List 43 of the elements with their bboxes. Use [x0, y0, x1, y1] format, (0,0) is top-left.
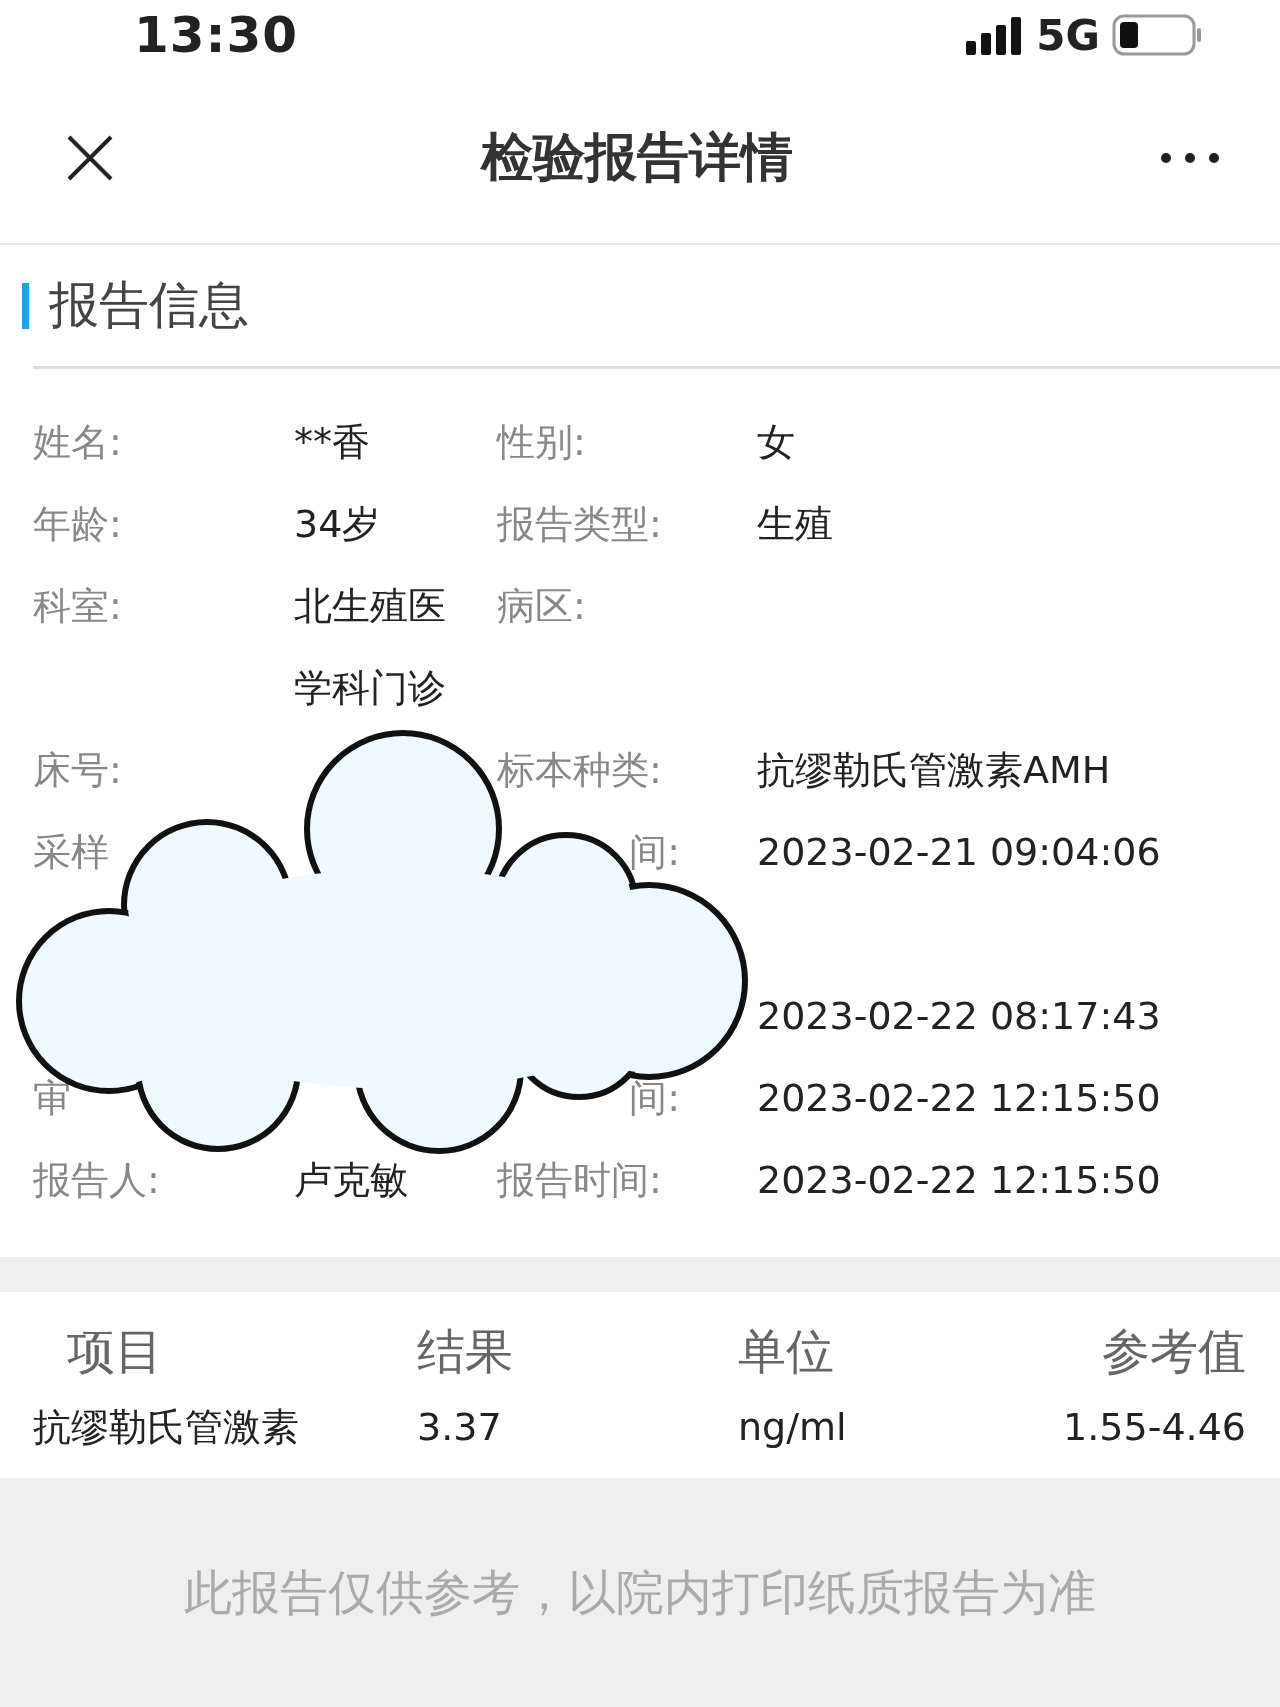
section-marker — [22, 282, 29, 329]
field-label: 报告人: — [33, 1158, 160, 1202]
field-value: 2023-02-21 09:04:06 — [757, 829, 1162, 876]
network-type: 5G — [1036, 10, 1100, 60]
field-label: 年龄: — [33, 502, 122, 546]
field-value: 2023-02-22 12:15:50 — [757, 1157, 1162, 1204]
field-value: 生殖 — [757, 501, 834, 548]
field-label: 采样 — [33, 830, 109, 874]
field-value: 抗缪勒氏管激素AMH — [757, 747, 1112, 794]
clock-time: 13:30 — [134, 6, 300, 64]
signal-icon — [966, 15, 1023, 55]
disclaimer-text: 此报告仅供参考，以院内打印纸质报告为准 — [184, 1563, 1096, 1622]
field-value: 女 — [757, 419, 796, 466]
section-title: 报告信息 — [49, 275, 249, 336]
field-label: 科室: — [33, 584, 122, 628]
field-label: 床号: — [33, 748, 122, 792]
field-label: 性别: — [497, 420, 586, 464]
table-cell-text: 1.55-4.46 — [1062, 1404, 1246, 1451]
field-value: 2023-02-22 12:15:50 — [757, 1075, 1162, 1122]
table-cell-text: ng/ml — [738, 1404, 848, 1451]
field-value: 卢克敏 — [294, 1157, 409, 1204]
column-header: 单位 — [738, 1322, 835, 1381]
field-label: 审 — [33, 1076, 71, 1120]
field-value: 2023-02-22 08:17:43 — [757, 993, 1162, 1040]
table-cell-text: 3.37 — [417, 1404, 503, 1451]
close-icon[interactable] — [66, 133, 114, 182]
more-icon[interactable] — [1160, 151, 1220, 164]
table-cell-text: 抗缪勒氏管激素 — [33, 1404, 300, 1451]
page-title: 检验报告详情 — [479, 125, 794, 189]
field-label: 间: — [629, 1076, 680, 1120]
field-value: 34岁 — [294, 501, 382, 548]
field-value: **香 — [294, 419, 371, 466]
field-label: 报告时间: — [497, 1158, 662, 1202]
field-label: 标本种类: — [497, 748, 662, 792]
column-header: 项目 — [66, 1322, 164, 1381]
column-header: 结果 — [417, 1322, 514, 1381]
field-label: 报告类型: — [497, 502, 662, 546]
field-label: 姓名: — [33, 420, 122, 464]
column-header: 参考值 — [1101, 1322, 1246, 1381]
battery-icon — [1112, 14, 1202, 56]
field-value: 北生殖医学科门诊 — [294, 583, 447, 712]
field-label: 间: — [629, 830, 680, 874]
field-label: 病区: — [497, 584, 586, 628]
